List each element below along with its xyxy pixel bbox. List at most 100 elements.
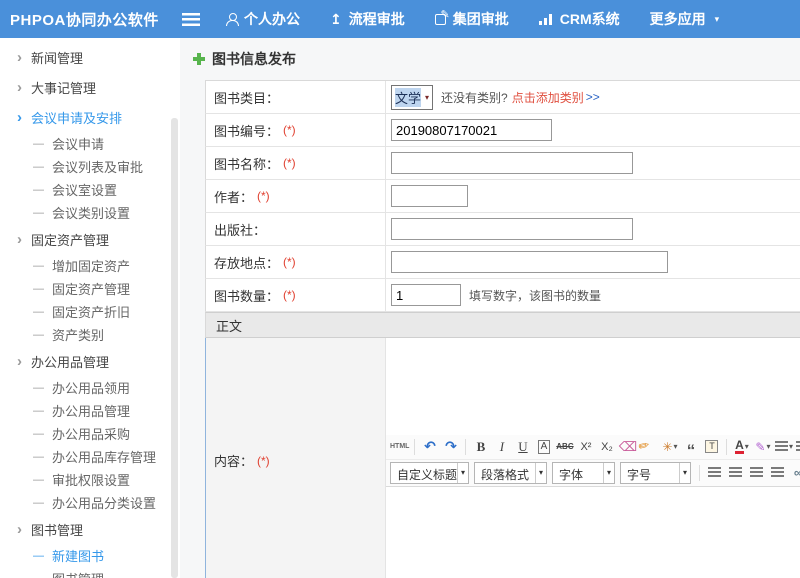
sidebar-item-supplies-manage[interactable]: — 办公用品管理	[0, 399, 180, 422]
redo-button[interactable]: ↷	[441, 437, 460, 457]
dash-icon: —	[33, 306, 44, 318]
char-border-button[interactable]: A	[538, 440, 551, 454]
nav-label: CRM系统	[560, 9, 620, 29]
chevron-down-icon: ▾	[673, 442, 677, 451]
toolbar-separator	[726, 439, 727, 455]
form-row-quantity: 图书数量： (*) 填写数字，该图书的数量	[205, 279, 800, 312]
html-source-button[interactable]: HTML	[390, 437, 409, 457]
sidebar-item-meeting-apply[interactable]: — 会议申请	[0, 132, 180, 155]
subscript-button[interactable]: X₂	[597, 437, 616, 457]
book-name-input[interactable]	[391, 152, 633, 174]
sidebar-item-meeting-category[interactable]: — 会议类别设置	[0, 201, 180, 224]
bold-button[interactable]: B	[471, 437, 490, 457]
nav-group-approval[interactable]: 集团审批	[435, 9, 509, 29]
sidebar-item-meeting-room[interactable]: — 会议室设置	[0, 178, 180, 201]
sidebar-group-meeting[interactable]: › 会议申请及安排	[0, 102, 180, 132]
add-category-arrows[interactable]: >>	[586, 90, 600, 104]
select-arrow-icon: ▾	[425, 93, 429, 102]
font-size-select[interactable]: 字号 ▾	[620, 462, 691, 484]
dash-icon: —	[33, 573, 44, 578]
insert-link-button[interactable]: ∞	[789, 463, 800, 483]
sidebar-item-add-asset[interactable]: — 增加固定资产	[0, 254, 180, 277]
align-center-button[interactable]	[726, 463, 745, 483]
form-row-book-name: 图书名称： (*)	[205, 147, 800, 180]
sidebar-group-fixed-assets[interactable]: › 固定资产管理	[0, 224, 180, 254]
field-label: 内容： (*)	[206, 338, 386, 578]
item-label: 会议室设置	[52, 180, 117, 199]
book-no-input[interactable]	[391, 119, 552, 141]
align-left-button[interactable]	[705, 463, 724, 483]
sidebar-item-supplies-category[interactable]: — 办公用品分类设置	[0, 491, 180, 514]
flow-approval-icon: ↥	[330, 11, 342, 28]
underline-button[interactable]: U	[513, 437, 532, 457]
location-input[interactable]	[391, 251, 668, 273]
blockquote-button[interactable]: “	[681, 437, 700, 457]
required-mark: (*)	[283, 255, 296, 269]
superscript-button[interactable]: X²	[576, 437, 595, 457]
field-label: 图书数量： (*)	[206, 279, 386, 311]
align-right-button[interactable]	[747, 463, 766, 483]
italic-button[interactable]: I	[492, 437, 511, 457]
sidebar-item-book-manage[interactable]: — 图书管理	[0, 567, 180, 578]
item-label: 办公用品领用	[52, 378, 130, 397]
sidebar-item-supplies-purchase[interactable]: — 办公用品采购	[0, 422, 180, 445]
nav-personal-office[interactable]: 个人办公	[226, 9, 300, 29]
main-content: 图书信息发布 图书类目： 文学 ▾ 还没有类别? 点击添加类别 >> 图书编号：…	[180, 38, 800, 578]
nav-workflow-approval[interactable]: ↥ 流程审批	[330, 9, 405, 29]
form-row-book-no: 图书编号： (*)	[205, 114, 800, 147]
paragraph-format-select[interactable]: 段落格式 ▾	[474, 462, 547, 484]
item-label: 增加固定资产	[52, 256, 130, 275]
hamburger-menu-icon[interactable]	[182, 13, 200, 26]
sidebar-item-supplies-inventory[interactable]: — 办公用品库存管理	[0, 445, 180, 468]
field-label: 出版社：	[206, 213, 386, 245]
toolbar-separator	[465, 439, 466, 455]
heading-select[interactable]: 自定义标题 ▾	[390, 462, 469, 484]
undo-button[interactable]: ↶	[420, 437, 439, 457]
dash-icon: —	[33, 161, 44, 173]
font-family-select[interactable]: 字体 ▾	[552, 462, 615, 484]
quantity-input[interactable]	[391, 284, 461, 306]
sidebar-item-approval-permission[interactable]: — 审批权限设置	[0, 468, 180, 491]
topbar: PHPOA协同办公软件 个人办公 ↥ 流程审批 集团审批 CRM系统 更多应用 …	[0, 0, 800, 38]
publisher-input[interactable]	[391, 218, 633, 240]
sidebar-group-office-supplies[interactable]: › 办公用品管理	[0, 346, 180, 376]
person-icon	[226, 13, 237, 25]
required-mark: (*)	[283, 156, 296, 170]
author-input[interactable]	[391, 185, 468, 207]
add-category-link[interactable]: 点击添加类别	[512, 89, 584, 106]
format-brush-icon[interactable]: ✏	[637, 435, 661, 459]
align-justify-button[interactable]	[768, 463, 787, 483]
ordered-list-button[interactable]: ▾	[774, 437, 793, 457]
item-label: 图书管理	[52, 569, 104, 578]
remove-format-eraser-icon[interactable]: ⌫	[618, 437, 637, 457]
sidebar-item-asset-manage[interactable]: — 固定资产管理	[0, 277, 180, 300]
sidebar-group-books[interactable]: › 图书管理	[0, 514, 180, 544]
nav-more-apps[interactable]: 更多应用 ▾	[650, 9, 720, 29]
nav-crm-system[interactable]: CRM系统	[539, 9, 620, 29]
strikethrough-button[interactable]: ABC	[555, 437, 574, 457]
unordered-list-button[interactable]: ▾	[795, 437, 800, 457]
sidebar-item-new-book[interactable]: — 新建图书	[0, 544, 180, 567]
sidebar-item-supplies-claim[interactable]: — 办公用品领用	[0, 376, 180, 399]
font-color-button[interactable]: A ▾	[732, 437, 751, 457]
required-mark: (*)	[283, 123, 296, 137]
form-row-category: 图书类目： 文学 ▾ 还没有类别? 点击添加类别 >>	[205, 81, 800, 114]
palette-icon: ✳	[662, 440, 672, 454]
required-mark: (*)	[257, 454, 270, 468]
sidebar-item-asset-category[interactable]: — 资产类别	[0, 323, 180, 346]
paste-as-text-button[interactable]: T	[705, 440, 718, 453]
group-label: 办公用品管理	[31, 352, 109, 371]
sidebar-item-asset-depreciation[interactable]: — 固定资产折旧	[0, 300, 180, 323]
sidebar-group-memorabilia[interactable]: › 大事记管理	[0, 72, 180, 102]
chevron-down-icon: ▾	[679, 463, 690, 483]
field-label: 存放地点： (*)	[206, 246, 386, 278]
sidebar-item-meeting-list[interactable]: — 会议列表及审批	[0, 155, 180, 178]
toolbar-separator	[414, 439, 415, 455]
color-picker-button[interactable]: ✳ ▾	[660, 437, 679, 457]
highlight-color-button[interactable]: ✎ ▾	[753, 437, 772, 457]
category-select[interactable]: 文学 ▾	[391, 85, 433, 110]
field-label: 图书类目：	[206, 81, 386, 113]
sidebar-group-news[interactable]: › 新闻管理	[0, 42, 180, 72]
chevron-right-icon: ›	[17, 522, 22, 537]
sidebar-scrollbar[interactable]	[171, 118, 178, 578]
